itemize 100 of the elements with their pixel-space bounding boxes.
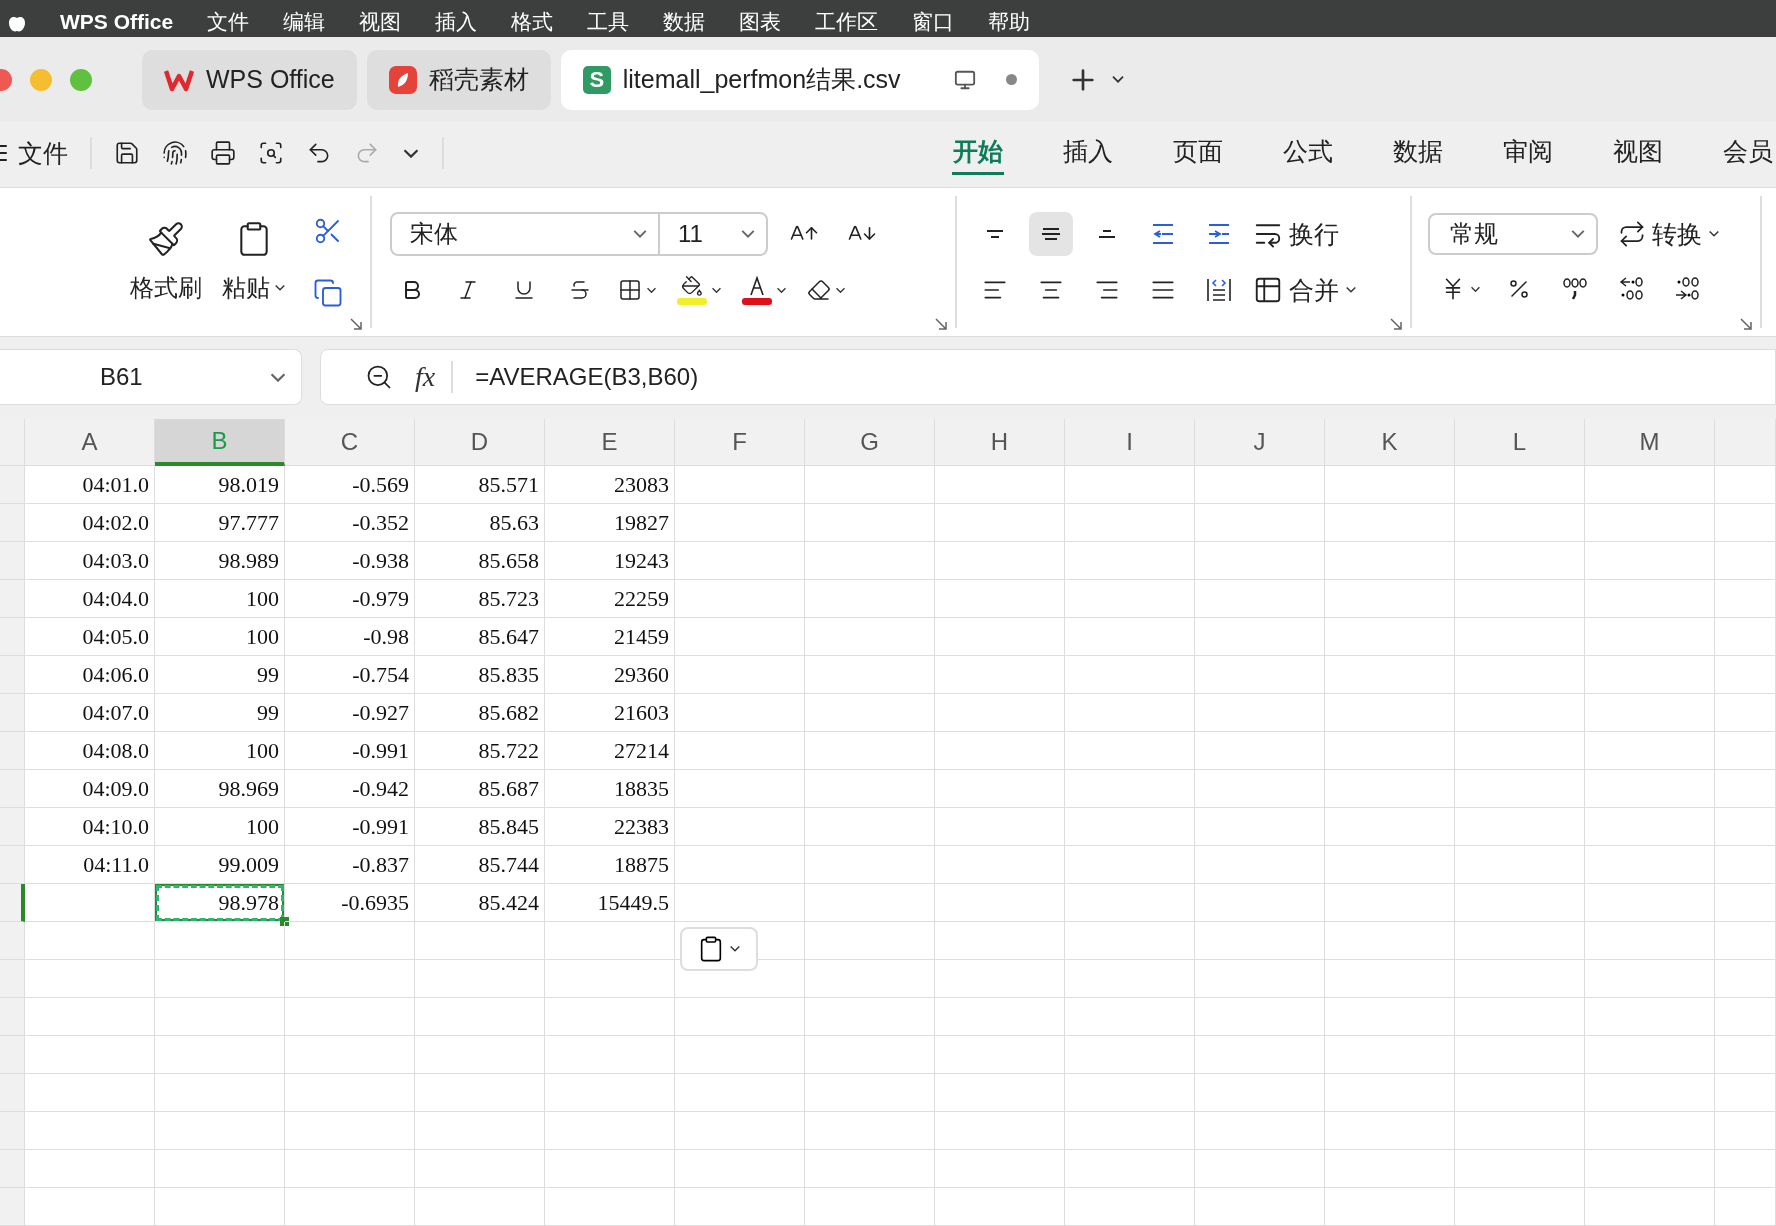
underline-icon: [512, 278, 536, 302]
font-select[interactable]: 宋体 11: [390, 212, 768, 256]
menu-item[interactable]: 数据: [663, 11, 706, 33]
table-cell: 04:11.0: [25, 846, 155, 884]
ribbon-tab[interactable]: 数据: [1392, 131, 1444, 175]
column-header[interactable]: F: [675, 419, 805, 466]
paste-options-button[interactable]: [680, 927, 758, 971]
chevron-down-icon: [269, 371, 287, 383]
table-cell: 22259: [545, 580, 675, 618]
column-header[interactable]: H: [935, 419, 1065, 466]
thousands-separator-icon: [1563, 278, 1587, 300]
vertical-align-button[interactable]: [1029, 212, 1073, 256]
ribbon-tab[interactable]: 插入: [1062, 131, 1114, 175]
chevron-down-icon: [1345, 286, 1357, 294]
document-tab[interactable]: WPS Office: [142, 49, 357, 110]
percent-icon: [1507, 277, 1531, 301]
increase-decimal-icon: [1618, 277, 1644, 301]
menu-item[interactable]: 格式: [511, 11, 554, 33]
menu-item[interactable]: 插入: [435, 11, 478, 33]
app-menu[interactable]: WPS Office: [60, 11, 174, 33]
table-cell: 04:10.0: [25, 808, 155, 846]
fill-handle[interactable]: [280, 917, 289, 926]
table-cell: 27214: [545, 732, 675, 770]
copy-icon: [313, 278, 343, 308]
column-header[interactable]: K: [1325, 419, 1455, 466]
column-header[interactable]: M: [1585, 419, 1715, 466]
convert-button[interactable]: 转换: [1618, 217, 1720, 251]
leaf-logo-icon: [388, 65, 417, 94]
table-cell: 15449.5: [545, 884, 675, 922]
table-cell: 85.571: [415, 466, 545, 504]
table-cell: 85.682: [415, 694, 545, 732]
table-cell: 23083: [545, 466, 675, 504]
table-cell: -0.837: [285, 846, 415, 884]
document-tab[interactable]: 稻壳素材: [366, 49, 551, 110]
column-header[interactable]: D: [415, 419, 545, 466]
table-cell: [1715, 1112, 1776, 1150]
repeat-icon: [1618, 220, 1646, 248]
table-cell: 99.009: [155, 846, 285, 884]
table-cell: 04:06.0: [25, 656, 155, 694]
table-cell: -0.942: [285, 770, 415, 808]
table-cell: 04:02.0: [25, 504, 155, 542]
expand-corner-icon: [1740, 318, 1752, 330]
chevron-down-icon: [1110, 75, 1125, 84]
ribbon-tab[interactable]: 会员: [1722, 131, 1774, 175]
column-header[interactable]: I: [1065, 419, 1195, 466]
column-header[interactable]: L: [1455, 419, 1585, 466]
formula-field[interactable]: fx =AVERAGE(B3,B60): [320, 349, 1776, 405]
row-header[interactable]: [0, 884, 25, 922]
menu-item[interactable]: 帮助: [988, 11, 1031, 33]
menu-item[interactable]: 工作区: [815, 11, 879, 33]
function-label[interactable]: fx: [415, 361, 454, 393]
number-format-select[interactable]: 常规: [1428, 213, 1598, 255]
table-cell: 85.658: [415, 542, 545, 580]
wrap-text-button[interactable]: 换行: [1253, 217, 1339, 251]
table-cell: [1715, 884, 1776, 922]
table-cell: 19827: [545, 504, 675, 542]
column-header[interactable]: A: [25, 419, 155, 466]
table-cell: -0.927: [285, 694, 415, 732]
menu-item[interactable]: 视图: [359, 11, 402, 33]
column-header[interactable]: C: [285, 419, 415, 466]
merge-cells-icon: [1253, 275, 1283, 305]
column-header[interactable]: J: [1195, 419, 1325, 466]
align-top-icon: [986, 229, 1004, 239]
column-header[interactable]: E: [545, 419, 675, 466]
table-cell: 99: [155, 694, 285, 732]
chevron-down-icon: [1470, 285, 1481, 293]
table-cell: 85.687: [415, 770, 545, 808]
ribbon-tab[interactable]: 公式: [1282, 131, 1334, 175]
menu-item[interactable]: 文件: [207, 11, 250, 33]
wps-logo-icon: [164, 67, 194, 92]
formula-text: =AVERAGE(B3,B60): [475, 363, 699, 391]
table-cell: -0.569: [285, 466, 415, 504]
name-box[interactable]: B61: [0, 349, 302, 405]
merge-button[interactable]: 合并: [1253, 273, 1357, 307]
table-cell: -0.979: [285, 580, 415, 618]
monitor-icon: [953, 68, 976, 91]
table-cell: 29360: [545, 656, 675, 694]
table-cell: [1715, 580, 1776, 618]
ribbon-tab[interactable]: 审阅: [1502, 131, 1554, 175]
menu-item[interactable]: 窗口: [912, 11, 955, 33]
align-bottom-icon: [1098, 229, 1116, 239]
menu-item[interactable]: 工具: [587, 11, 630, 33]
print-icon: [210, 140, 236, 166]
format-painter-button[interactable]: 格式刷: [130, 220, 202, 304]
paste-button[interactable]: 粘贴: [222, 220, 286, 304]
document-tab[interactable]: S litemall_perfmon结果.csv: [560, 49, 1039, 110]
ribbon-tab[interactable]: 视图: [1612, 131, 1664, 175]
menu-item[interactable]: 图表: [739, 11, 782, 33]
column-header[interactable]: G: [805, 419, 935, 466]
table-cell: [1715, 504, 1776, 542]
menu-item[interactable]: 编辑: [283, 11, 326, 33]
table-cell: 85.723: [415, 580, 545, 618]
file-menu[interactable]: 文件: [18, 136, 68, 170]
table-cell: 18835: [545, 770, 675, 808]
table-cell: 98.989: [155, 542, 285, 580]
table-cell: 100: [155, 808, 285, 846]
ribbon-tab[interactable]: 页面: [1172, 131, 1224, 175]
chevron-down-icon: [632, 229, 648, 239]
save-icon: [114, 140, 140, 166]
ribbon-tab[interactable]: 开始: [952, 131, 1004, 175]
